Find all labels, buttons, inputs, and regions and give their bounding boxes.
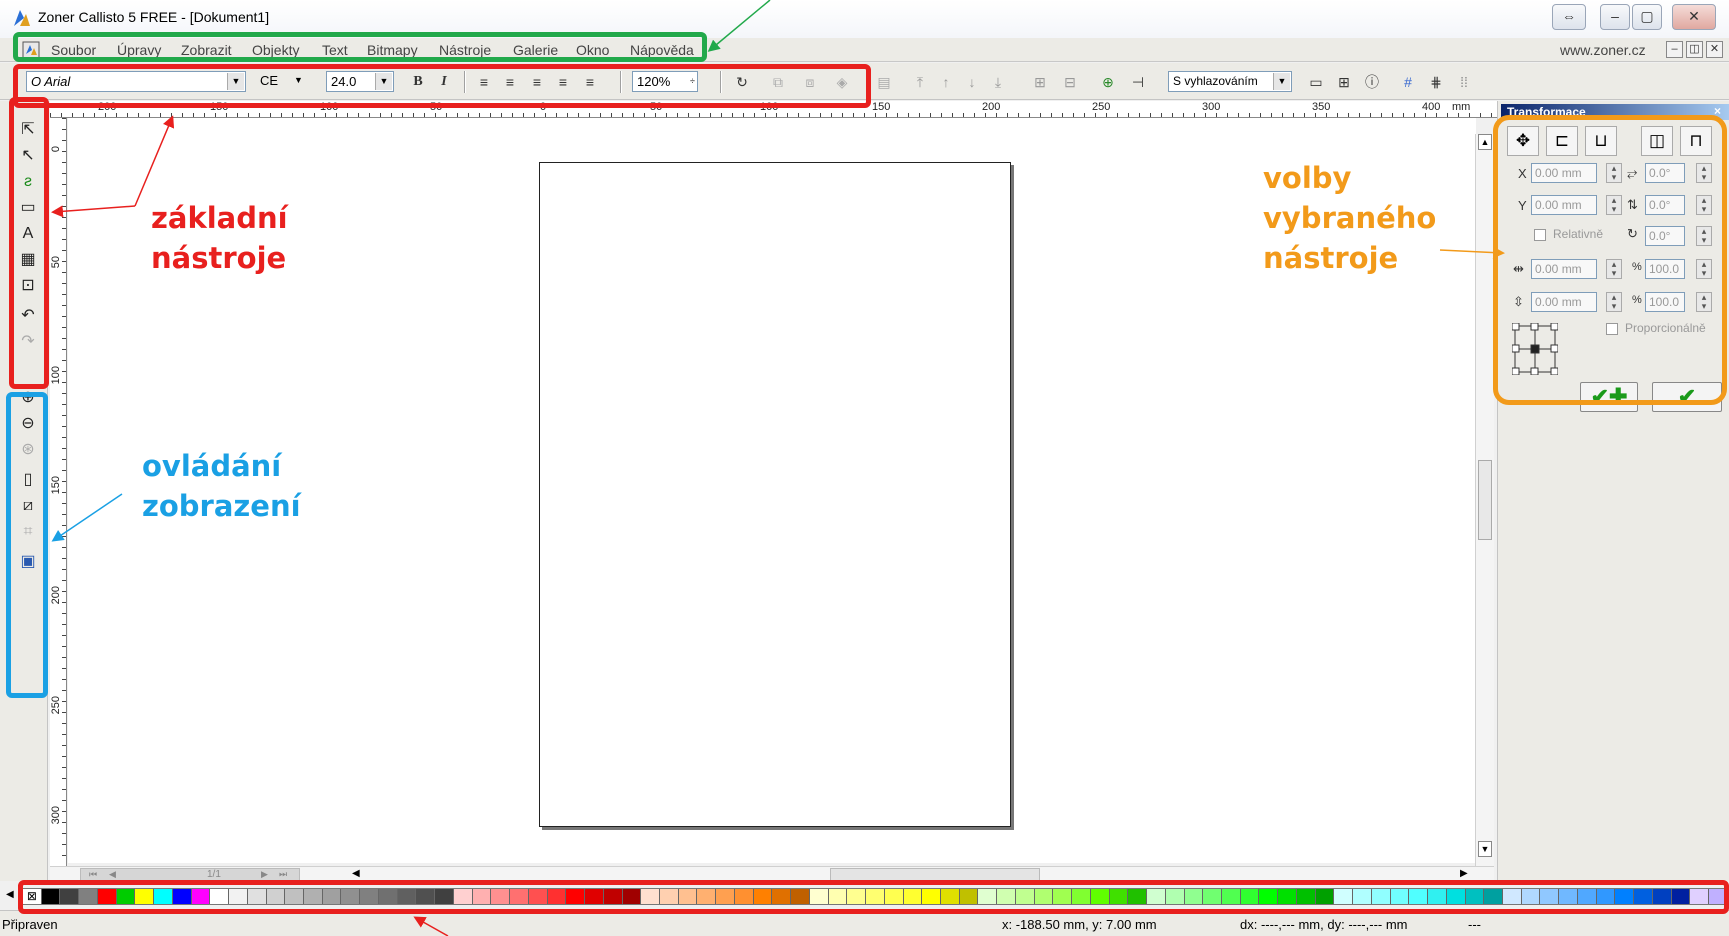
first-page-icon[interactable]: ⏮ — [89, 869, 97, 880]
zoner-link[interactable]: www.zoner.cz — [1560, 42, 1646, 58]
mdi-restore-button[interactable]: ◫ — [1686, 41, 1703, 58]
group-icon[interactable]: ⊞ — [1030, 73, 1050, 91]
annotation-tool-options: volby vybraného nástroje — [1263, 158, 1436, 278]
scroll-left-icon[interactable]: ◀ — [352, 868, 360, 879]
resize-toggle-button[interactable]: ⇔ — [1552, 4, 1586, 30]
snap-icon[interactable]: ⋕ — [1426, 73, 1446, 91]
mdi-minimize-button[interactable]: – — [1666, 41, 1683, 58]
scroll-down-icon[interactable]: ▼ — [1478, 841, 1492, 857]
ruler-label: 150 — [872, 101, 891, 113]
scroll-thumb[interactable] — [1478, 460, 1492, 540]
bring-to-front-icon[interactable]: ⤒ — [910, 73, 930, 91]
scroll-up-icon[interactable]: ▲ — [1478, 134, 1492, 150]
maximize-button[interactable]: ▢ — [1632, 4, 1662, 30]
next-page-icon[interactable]: ▶ — [261, 869, 268, 880]
add-node-icon[interactable]: ⊕ — [1098, 73, 1118, 91]
ruler-label: 50 — [50, 256, 62, 269]
smoothing-value: S vyhlazováním — [1173, 74, 1258, 88]
vertical-scrollbar[interactable]: ▲ ▼ — [1475, 134, 1494, 869]
ruler-label: 200 — [50, 586, 62, 605]
app-logo-icon — [14, 10, 30, 26]
status-text: Připraven — [2, 917, 58, 932]
menu-highlight-box — [13, 32, 707, 62]
vertical-ruler: 0 50 100 150 200 250 300 — [50, 118, 67, 883]
toolbar-highlight-box — [13, 64, 871, 108]
grid-view-icon[interactable]: ⊞ — [1334, 73, 1354, 91]
ruler-unit: mm — [1452, 101, 1471, 113]
ruler-label: 300 — [50, 806, 62, 825]
chevron-down-icon[interactable]: ▼ — [1273, 73, 1290, 90]
ruler-label: 400 — [1422, 101, 1441, 113]
ruler-label: 250 — [1092, 101, 1111, 113]
close-button[interactable]: ✕ — [1672, 4, 1716, 30]
document-page[interactable] — [539, 162, 1011, 827]
annotation-line: nástroje — [1263, 241, 1399, 275]
tools-highlight-box — [9, 97, 49, 389]
minimize-button[interactable]: ‒ — [1600, 4, 1630, 30]
panel-highlight-box — [1493, 115, 1727, 405]
bring-forward-icon[interactable]: ↑ — [936, 73, 956, 91]
perspective-icon[interactable]: ▤ — [874, 73, 894, 91]
annotation-line: vybraného — [1263, 201, 1437, 235]
pin-icon[interactable]: ⊣ — [1128, 73, 1148, 91]
guides-icon[interactable]: # — [1398, 73, 1418, 91]
send-to-back-icon[interactable]: ⤓ — [988, 73, 1008, 91]
ruler-label: 0 — [50, 146, 62, 153]
ruler-label: 200 — [982, 101, 1001, 113]
cursor-coordinates: x: -188.50 mm, y: 7.00 mm — [1002, 917, 1157, 932]
info-icon[interactable]: ⓘ — [1362, 73, 1382, 91]
prev-page-icon[interactable]: ◀ — [109, 869, 116, 880]
ruler-label: 150 — [50, 476, 62, 495]
last-page-icon[interactable]: ⏭ — [279, 869, 287, 880]
annotation-line: nástroje — [151, 241, 287, 275]
scroll-right-icon[interactable]: ▶ — [1460, 868, 1468, 879]
ruler-label: 350 — [1312, 101, 1331, 113]
monitor-icon[interactable]: ▭ — [1306, 73, 1326, 91]
palette-left-icon[interactable]: ◀ — [6, 889, 14, 900]
mdi-close-button[interactable]: ✕ — [1706, 41, 1723, 58]
ruler-label: 100 — [50, 366, 62, 385]
view-tools-highlight-box — [6, 392, 48, 698]
application-window: Zoner Callisto 5 FREE - [Dokument1] ⇔ ‒ … — [0, 0, 1729, 936]
page-indicator: 1/1 — [207, 869, 221, 880]
status-extra: --- — [1468, 917, 1481, 932]
ruler-ticks — [62, 118, 66, 883]
annotation-line: volby — [1263, 161, 1352, 195]
delta-coordinates: dx: ----,--- mm, dy: ----,--- mm — [1240, 917, 1408, 932]
ruler-label: 300 — [1202, 101, 1221, 113]
window-title: Zoner Callisto 5 FREE - [Dokument1] — [38, 9, 270, 25]
ungroup-icon[interactable]: ⊟ — [1060, 73, 1080, 91]
palette-highlight-box — [18, 880, 1729, 914]
annotation-line: základní — [151, 201, 288, 235]
ruler-label: 250 — [50, 696, 62, 715]
dot-grid-icon[interactable]: ⁞⁞ — [1454, 73, 1474, 91]
smoothing-select[interactable]: S vyhlazováním ▼ — [1168, 71, 1292, 92]
annotation-line: zobrazení — [142, 489, 301, 523]
annotation-view-control: ovládání zobrazení — [142, 446, 301, 526]
annotation-line: ovládání — [142, 449, 282, 483]
send-backward-icon[interactable]: ↓ — [962, 73, 982, 91]
annotation-basic-tools: základní nástroje — [151, 198, 288, 278]
